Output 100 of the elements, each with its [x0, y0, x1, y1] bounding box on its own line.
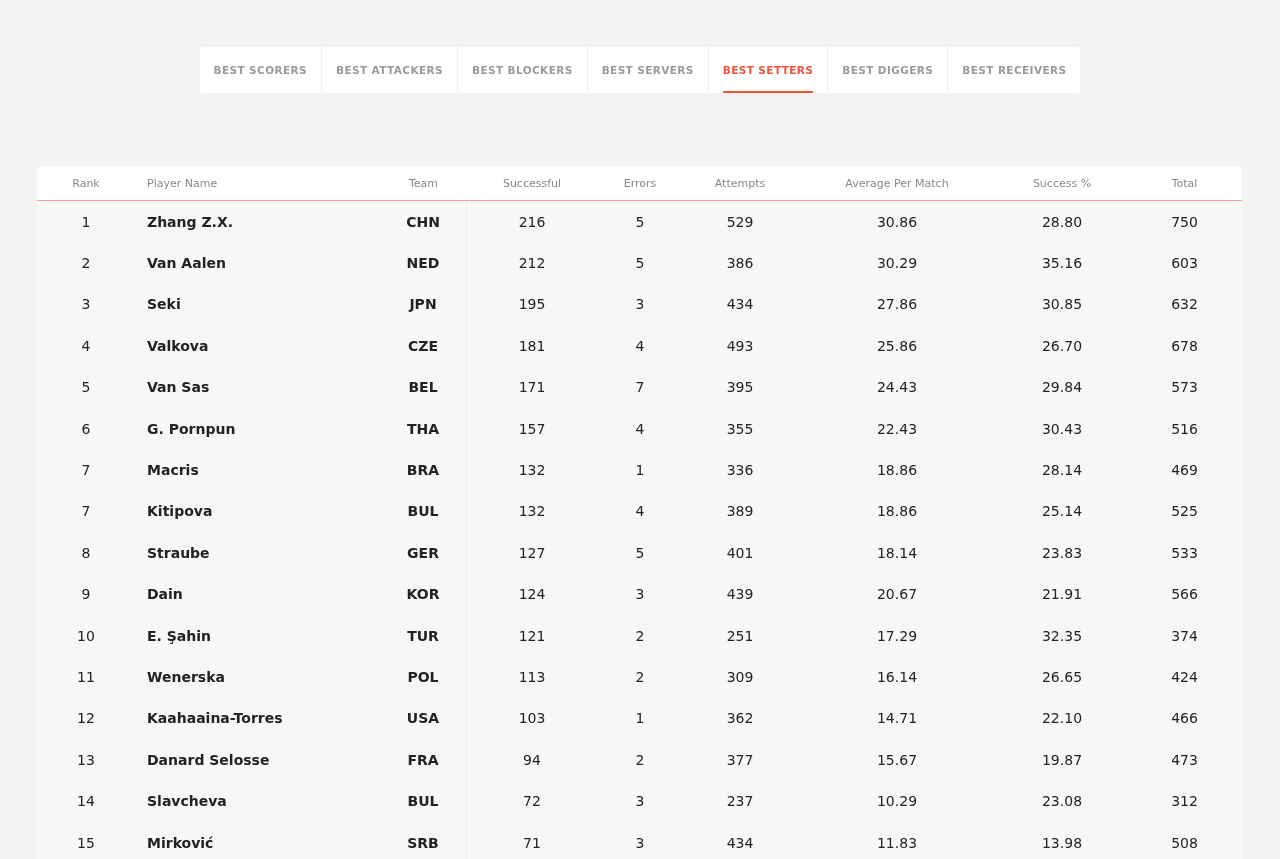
attempts-cell: 377 [726, 751, 754, 768]
team-cell: BUL [407, 793, 439, 810]
attempts-cell: 237 [726, 793, 754, 810]
total-cell: 312 [1171, 793, 1198, 810]
tab[interactable]: BEST DIGGERS [827, 47, 948, 93]
success-percent-cell: 26.65 [1041, 669, 1083, 685]
player-name-cell: Straube [147, 544, 210, 561]
player-name-cell: Wenerska [147, 669, 225, 685]
total-cell: 750 [1171, 213, 1198, 230]
attempts-cell: 386 [726, 255, 754, 272]
total-cell: 473 [1171, 751, 1198, 768]
rank-cell: 11 [77, 669, 95, 685]
success-percent-cell: 30.85 [1041, 296, 1083, 313]
average-cell: 10.29 [876, 793, 918, 810]
rank-cell: 9 [81, 586, 91, 603]
player-name-cell: G. Pornpun [147, 420, 236, 437]
successful-cell: 72 [523, 793, 541, 810]
success-percent-cell: 29.84 [1041, 379, 1083, 396]
success-percent-cell: 22.10 [1041, 710, 1083, 727]
tab[interactable]: BEST RECEIVERS [947, 47, 1081, 93]
success-percent-cell: 26.70 [1041, 337, 1083, 354]
errors-cell: 3 [635, 586, 645, 603]
errors-cell: 4 [635, 420, 645, 437]
attempts-cell: 439 [726, 586, 754, 603]
tab[interactable]: BEST SERVERS [586, 47, 708, 93]
successful-cell: 132 [518, 462, 546, 479]
rank-cell: 14 [77, 793, 95, 810]
attempts-cell: 389 [726, 503, 754, 520]
errors-cell: 3 [635, 793, 645, 810]
errors-cell: 5 [635, 255, 645, 272]
team-cell: BUL [407, 503, 439, 520]
attempts-cell: 434 [726, 834, 754, 851]
successful-cell: 127 [518, 544, 546, 561]
success-percent-cell: 32.35 [1041, 627, 1083, 644]
column-header: Success % [1032, 176, 1092, 190]
average-cell: 18.86 [876, 503, 918, 520]
team-cell: BEL [408, 379, 438, 396]
rank-cell: 1 [81, 213, 91, 230]
attempts-cell: 251 [726, 627, 754, 644]
total-cell: 533 [1171, 544, 1198, 561]
rank-cell: 3 [81, 296, 91, 313]
column-header: Errors [623, 176, 657, 190]
successful-cell: 124 [518, 586, 546, 603]
success-percent-cell: 28.14 [1041, 462, 1083, 479]
team-cell: GER [407, 544, 439, 561]
average-cell: 22.43 [876, 420, 918, 437]
team-cell: JPN [409, 296, 437, 313]
column-header: Successful [502, 176, 562, 190]
average-cell: 11.83 [876, 834, 918, 851]
attempts-cell: 529 [726, 213, 754, 230]
average-cell: 14.71 [876, 710, 918, 727]
successful-cell: 132 [518, 503, 546, 520]
total-cell: 573 [1171, 379, 1198, 396]
average-cell: 17.29 [876, 627, 918, 644]
player-name-cell: Macris [147, 462, 199, 479]
team-cell: CZE [408, 337, 438, 354]
total-cell: 678 [1171, 337, 1198, 354]
tab[interactable]: BEST SCORERS [199, 47, 321, 93]
player-name-cell: Kitipova [147, 503, 213, 520]
player-name-cell: Danard Selosse [147, 751, 270, 768]
attempts-cell: 434 [726, 296, 754, 313]
tab[interactable]: BEST BLOCKERS [457, 47, 587, 93]
success-percent-cell: 13.98 [1041, 834, 1083, 851]
player-name-cell: Zhang Z.X. [147, 213, 233, 230]
average-cell: 18.14 [876, 544, 918, 561]
errors-cell: 7 [635, 379, 645, 396]
successful-cell: 121 [518, 627, 546, 644]
column-header: Average Per Match [845, 176, 949, 190]
success-percent-cell: 23.83 [1041, 544, 1083, 561]
player-name-cell: Slavcheva [147, 793, 227, 810]
total-cell: 466 [1171, 710, 1198, 727]
rank-cell: 10 [77, 627, 95, 644]
attempts-cell: 493 [726, 337, 754, 354]
rank-cell: 12 [77, 710, 95, 727]
average-cell: 15.67 [876, 751, 918, 768]
rank-cell: 15 [77, 834, 95, 851]
success-percent-cell: 35.16 [1041, 255, 1083, 272]
total-cell: 603 [1171, 255, 1198, 272]
attempts-cell: 395 [726, 379, 754, 396]
errors-cell: 2 [635, 627, 645, 644]
errors-cell: 3 [635, 834, 645, 851]
player-name-cell: E. Şahin [147, 627, 212, 644]
average-cell: 16.14 [876, 669, 918, 685]
average-cell: 18.86 [876, 462, 918, 479]
successful-cell: 113 [518, 669, 546, 685]
average-cell: 30.86 [876, 213, 918, 230]
successful-cell: 94 [523, 751, 541, 768]
rank-cell: 6 [81, 420, 91, 437]
team-cell: KOR [406, 586, 440, 603]
errors-cell: 5 [635, 544, 645, 561]
average-cell: 27.86 [876, 296, 918, 313]
successful-cell: 216 [518, 213, 546, 230]
tab[interactable]: BEST ATTACKERS [321, 47, 457, 93]
rank-cell: 4 [81, 337, 91, 354]
success-percent-cell: 21.91 [1041, 586, 1083, 603]
success-percent-cell: 25.14 [1041, 503, 1083, 520]
tab[interactable]: BEST SETTERS [707, 47, 828, 93]
total-cell: 508 [1171, 834, 1198, 851]
team-cell: SRB [407, 834, 439, 851]
player-name-cell: Valkova [147, 337, 209, 354]
